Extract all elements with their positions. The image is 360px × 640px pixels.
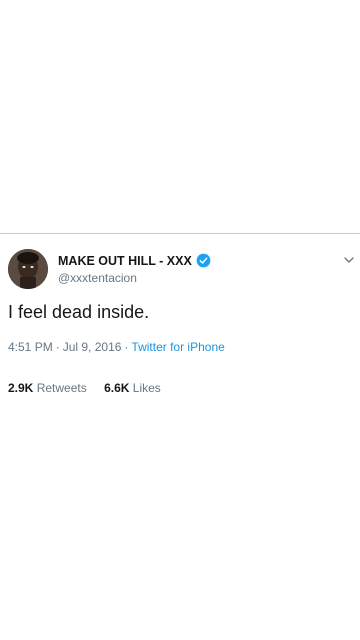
tweet-source-link[interactable]: Twitter for iPhone: [131, 340, 224, 354]
screen: MAKE OUT HILL - XXX @xxxtentacion I feel…: [0, 0, 360, 640]
avatar-image: [8, 249, 48, 289]
user-handle[interactable]: @xxxtentacion: [58, 271, 137, 285]
tweet-stats: 2.9K Retweets 6.6K Likes: [8, 381, 161, 395]
retweets-label: Retweets: [36, 381, 87, 395]
tweet-time[interactable]: 4:51 PM: [8, 340, 53, 354]
retweets-count: 2.9K: [8, 381, 34, 395]
display-name[interactable]: MAKE OUT HILL - XXX: [58, 254, 192, 268]
tweet-card[interactable]: MAKE OUT HILL - XXX @xxxtentacion I feel…: [0, 233, 360, 409]
meta-separator-2: ·: [124, 340, 129, 354]
likes-stat[interactable]: 6.6K Likes: [104, 381, 161, 395]
avatar[interactable]: [8, 249, 48, 289]
tweet-meta: 4:51 PM · Jul 9, 2016 · Twitter for iPhone: [8, 340, 225, 354]
display-name-row[interactable]: MAKE OUT HILL - XXX: [58, 253, 211, 268]
verified-badge-icon: [196, 253, 211, 268]
likes-label: Likes: [132, 381, 161, 395]
retweets-stat[interactable]: 2.9K Retweets: [8, 381, 87, 395]
chevron-down-icon[interactable]: [343, 254, 355, 266]
tweet-date[interactable]: Jul 9, 2016: [63, 340, 122, 354]
meta-separator: ·: [55, 340, 60, 354]
tweet-text: I feel dead inside.: [8, 302, 150, 322]
likes-count: 6.6K: [104, 381, 130, 395]
